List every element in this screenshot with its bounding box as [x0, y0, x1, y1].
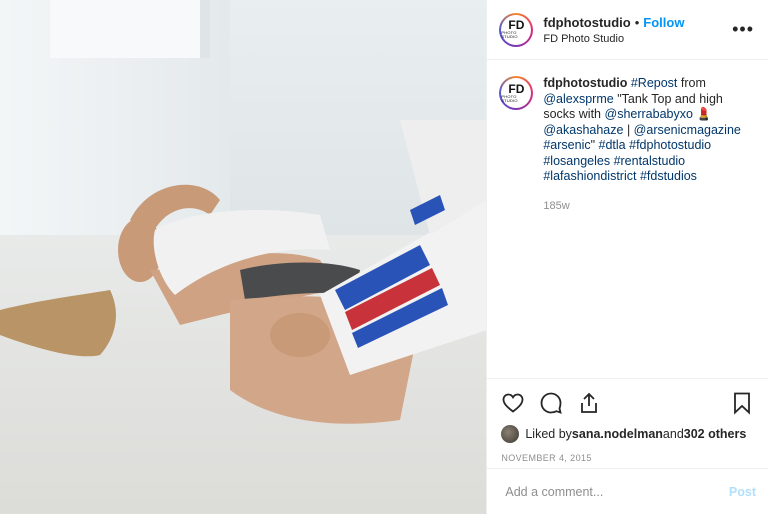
caption-avatar[interactable]: FD PHOTO STUDIO	[499, 76, 534, 110]
caption-text-segment: |	[623, 122, 634, 137]
comment-form: Post	[487, 468, 768, 514]
caption-username[interactable]: fdphotostudio	[543, 76, 627, 90]
follow-button[interactable]: Follow	[643, 15, 684, 30]
caption-avatar-text: FD	[508, 81, 525, 96]
caption-tag-link[interactable]: @alexsprme	[543, 92, 613, 106]
comment-icon[interactable]	[539, 391, 563, 415]
caption-time-ago[interactable]: 185w	[543, 199, 748, 215]
bookmark-icon[interactable]	[730, 391, 754, 415]
likes-middle: and	[662, 427, 684, 441]
caption-tag-link[interactable]: @arsenicmagazine	[634, 123, 741, 137]
caption-tag-link[interactable]: #fdphotostudio	[629, 138, 711, 152]
liker-avatar[interactable]	[501, 425, 520, 443]
author-full-name: FD Photo Studio	[543, 32, 625, 45]
comment-input[interactable]	[503, 483, 729, 500]
photo-subject	[0, 120, 487, 424]
separator-dot: •	[634, 14, 640, 30]
caption-text-segment: from	[677, 76, 706, 90]
caption-tag-link[interactable]: @akashahaze	[543, 123, 623, 137]
author-info: fdphotostudio • Follow FD Photo Studio	[543, 15, 732, 45]
post-date[interactable]: NOVEMBER 4, 2015	[501, 453, 754, 463]
post-photo[interactable]	[0, 0, 487, 514]
caption-tag-link[interactable]: #fdstudios	[640, 169, 697, 183]
author-row: fdphotostudio • Follow	[543, 15, 732, 30]
post-container: FD PHOTO STUDIO fdphotostudio • Follow F…	[0, 0, 768, 514]
likes-prefix: Liked by	[525, 427, 572, 441]
caption-tag-link[interactable]: @sherrababyxo	[605, 107, 693, 121]
avatar-logo-subtext: PHOTO STUDIO	[501, 30, 518, 39]
caption-tag-link[interactable]: #lafashiondistrict	[543, 169, 636, 183]
photo-window	[50, 0, 210, 58]
caption-text-segment: "	[590, 138, 599, 152]
caption-tag-link[interactable]: #losangeles	[543, 154, 610, 168]
post-comment-button[interactable]: Post	[729, 485, 756, 499]
caption-text-segment: 💄	[692, 107, 712, 121]
likes-others-link[interactable]: 302 others	[684, 427, 747, 441]
post-sidebar: FD PHOTO STUDIO fdphotostudio • Follow F…	[486, 0, 768, 514]
caption-text: fdphotostudio #Repost from @alexsprme "T…	[543, 76, 748, 185]
likes-summary: Liked by sana.nodelman and 302 others	[501, 425, 754, 443]
avatar-logo: FD PHOTO STUDIO	[501, 14, 532, 45]
post-header: FD PHOTO STUDIO fdphotostudio • Follow F…	[487, 0, 768, 60]
caption-tag-link[interactable]: #arsenic	[543, 138, 590, 152]
caption-tag-link[interactable]: #dtla	[599, 138, 626, 152]
caption-tag-link[interactable]: #Repost	[631, 76, 678, 90]
more-options-icon[interactable]: •••	[732, 19, 754, 40]
caption-avatar-subtext: PHOTO STUDIO	[501, 93, 518, 103]
heart-icon[interactable]	[501, 391, 525, 415]
caption-avatar-logo: FD PHOTO STUDIO	[501, 78, 532, 108]
liker-username[interactable]: sana.nodelman	[572, 427, 663, 441]
author-username[interactable]: fdphotostudio	[543, 15, 630, 30]
share-icon[interactable]	[577, 391, 601, 415]
caption-tag-link[interactable]: #rentalstudio	[614, 154, 686, 168]
caption-content: #Repost from @alexsprme "Tank Top and hi…	[543, 76, 741, 183]
author-avatar[interactable]: FD PHOTO STUDIO	[499, 12, 534, 47]
action-icons	[501, 389, 754, 417]
